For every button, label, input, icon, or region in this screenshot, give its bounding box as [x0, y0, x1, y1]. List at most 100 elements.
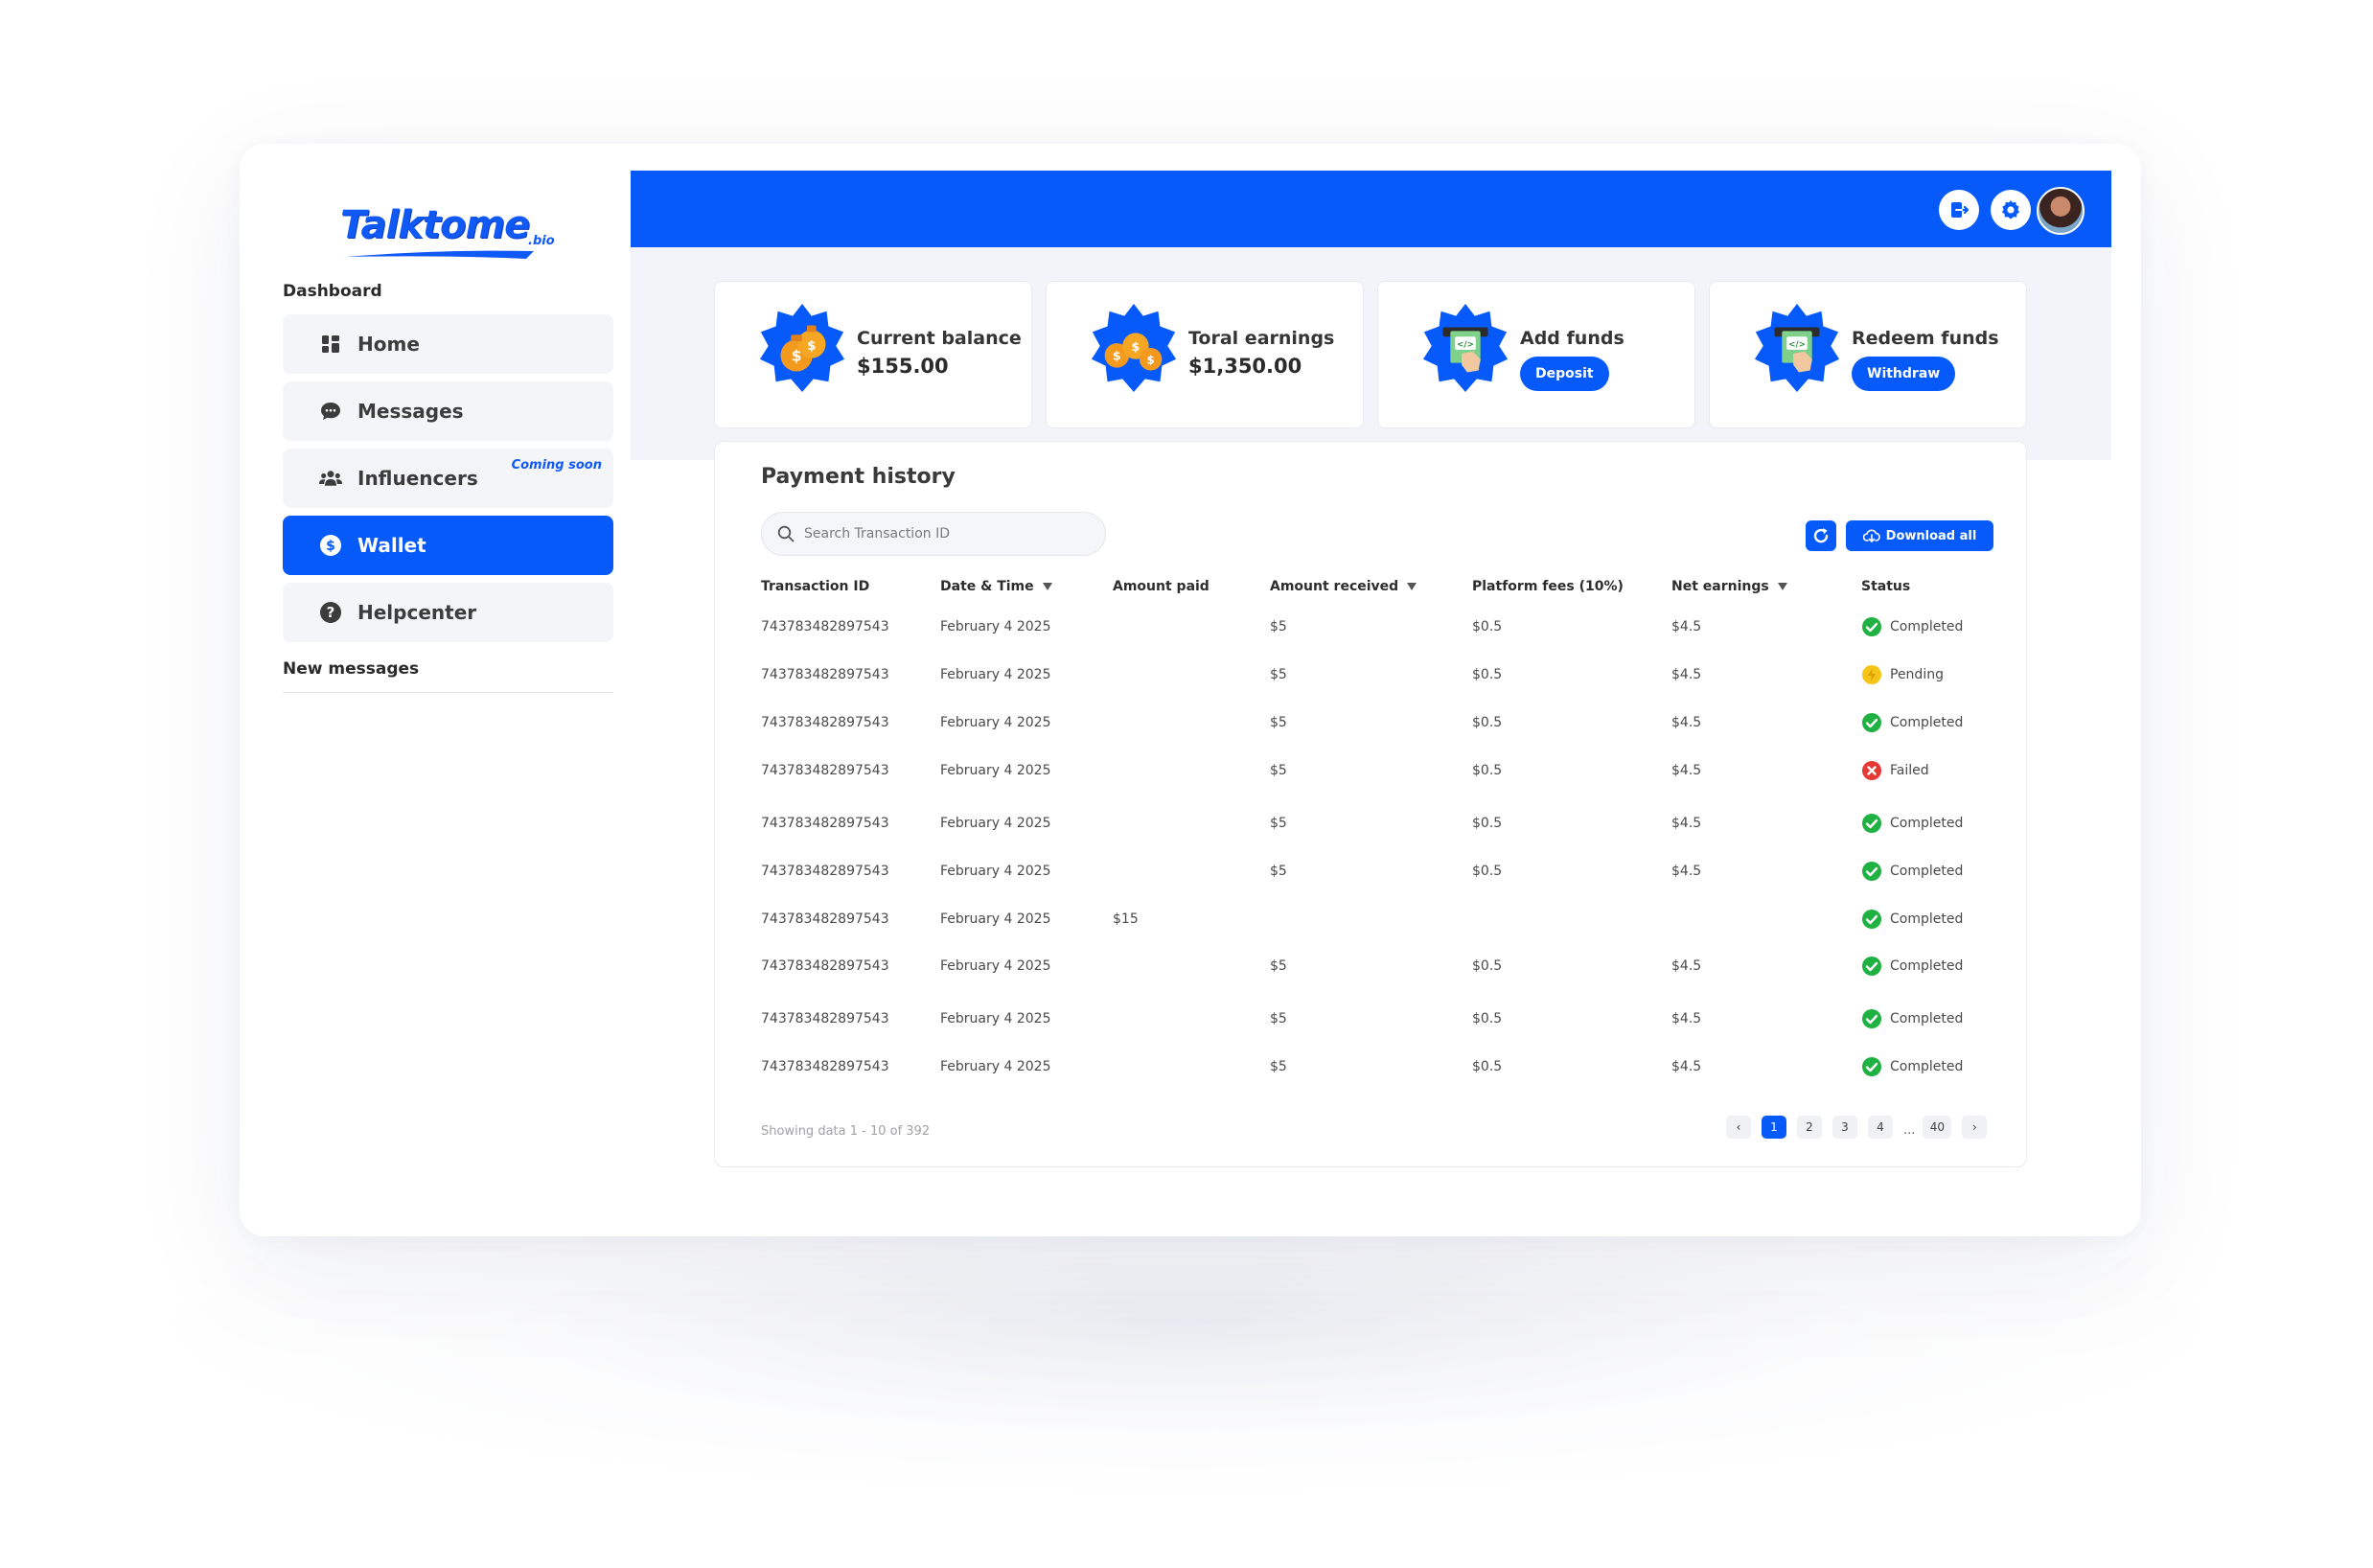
card-title: Current balance [857, 328, 1022, 349]
column-header-platform-fees[interactable]: Platform fees (10%) [1472, 579, 1624, 594]
cell-received: $5 [1270, 864, 1287, 879]
table-row[interactable]: 743783482897543 February 4 2025 $15 Complet… [761, 905, 2007, 934]
pagination: ‹ 1 2 3 4 ... 40 › [1726, 1116, 1997, 1139]
search-box[interactable] [761, 512, 1106, 556]
cell-fees: $0.5 [1472, 816, 1503, 831]
page-4-button[interactable]: 4 [1868, 1116, 1893, 1139]
atm-cash-icon: </> [1422, 303, 1509, 393]
status-badge: Completed [1861, 857, 1963, 886]
page-40-button[interactable]: 40 [1923, 1116, 1952, 1139]
check-circle-icon [1862, 957, 1881, 976]
chat-bubble-icon [319, 400, 342, 423]
column-header-amount-paid[interactable]: Amount paid [1113, 579, 1210, 594]
sidebar-item-home[interactable]: Home [283, 314, 613, 374]
cell-id: 743783482897543 [761, 619, 889, 634]
svg-text:$: $ [1113, 350, 1121, 364]
svg-text:$: $ [1147, 354, 1155, 367]
prev-page-button[interactable]: ‹ [1726, 1116, 1751, 1139]
status-badge: Failed [1861, 756, 1929, 785]
svg-text:</>: </> [1788, 340, 1806, 350]
status-badge: Pending [1861, 660, 1944, 689]
cell-id: 743783482897543 [761, 1011, 889, 1026]
download-all-button[interactable]: Download all [1846, 520, 1993, 551]
cell-fees: $0.5 [1472, 864, 1503, 879]
money-bags-icon: $ $ $ [1091, 303, 1177, 393]
status-label: Completed [1890, 864, 1964, 879]
column-header-net-earnings[interactable]: Net earnings [1671, 579, 1788, 594]
cell-date: February 4 2025 [940, 619, 1051, 634]
balance-value: $155.00 [857, 355, 949, 378]
cell-date: February 4 2025 [940, 667, 1051, 682]
check-circle-icon [1862, 814, 1881, 833]
page-2-button[interactable]: 2 [1797, 1116, 1822, 1139]
redeem-funds-card: </> Redeem funds Withdraw [1709, 281, 2027, 428]
brand-suffix: .bio [528, 234, 555, 248]
page-3-button[interactable]: 3 [1832, 1116, 1857, 1139]
card-title: Redeem funds [1852, 328, 1999, 349]
add-funds-card: </> Add funds Deposit [1377, 281, 1695, 428]
svg-text:$: $ [1132, 340, 1140, 355]
cell-net: $4.5 [1671, 619, 1702, 634]
cell-net: $4.5 [1671, 763, 1702, 778]
earnings-value: $1,350.00 [1188, 355, 1302, 378]
cell-received: $5 [1270, 1011, 1287, 1026]
table-row[interactable]: 743783482897543 February 4 2025 $5 $0.5 $4.5… [761, 1052, 2007, 1081]
column-header-status[interactable]: Status [1861, 579, 1910, 594]
sidebar-item-messages[interactable]: Messages [283, 381, 613, 441]
table-row[interactable]: 743783482897543 February 4 2025 $5 $0.5 $4.5… [761, 857, 2007, 886]
top-bar [631, 171, 2111, 247]
sidebar-item-helpcenter[interactable]: ? Helpcenter [283, 583, 613, 642]
users-icon [319, 467, 342, 490]
withdraw-button[interactable]: Withdraw [1852, 357, 1956, 391]
cell-paid: $15 [1113, 911, 1139, 927]
card-title: Add funds [1520, 328, 1624, 349]
cell-id: 743783482897543 [761, 958, 889, 974]
table-row[interactable]: 743783482897543 February 4 2025 $5 $0.5 $4.5… [761, 809, 2007, 838]
cell-id: 743783482897543 [761, 864, 889, 879]
cell-net: $4.5 [1671, 816, 1702, 831]
status-label: Completed [1890, 958, 1964, 974]
status-label: Completed [1890, 1011, 1964, 1026]
page-1-button[interactable]: 1 [1762, 1116, 1786, 1139]
refresh-icon [1813, 528, 1829, 543]
x-circle-icon [1862, 761, 1881, 780]
user-avatar[interactable] [2037, 187, 2085, 235]
brand-name: Talktome [340, 203, 530, 247]
refresh-button[interactable] [1806, 520, 1836, 551]
check-circle-icon [1862, 1057, 1881, 1076]
search-icon [777, 525, 795, 542]
atm-cash-icon: </> [1754, 303, 1840, 393]
coming-soon-badge: Coming soon [511, 458, 602, 473]
logout-button[interactable] [1939, 190, 1979, 230]
sidebar-item-influencers[interactable]: Influencers Coming soon [283, 449, 613, 508]
cell-received: $5 [1270, 619, 1287, 634]
grid-icon [319, 333, 342, 356]
cell-date: February 4 2025 [940, 1011, 1051, 1026]
settings-button[interactable] [1991, 190, 2031, 230]
svg-text:$: $ [326, 539, 335, 554]
new-messages-label: New messages [283, 659, 420, 679]
table-row[interactable]: 743783482897543 February 4 2025 $5 $0.5 $4.5… [761, 612, 2007, 641]
sidebar-item-wallet[interactable]: $ Wallet [283, 516, 613, 575]
cell-received: $5 [1270, 1059, 1287, 1074]
column-header-date-time[interactable]: Date & Time [940, 579, 1053, 594]
deposit-button[interactable]: Deposit [1520, 357, 1609, 391]
status-badge: Completed [1861, 612, 1963, 641]
logo-swoosh-icon [346, 250, 534, 259]
column-header-amount-received[interactable]: Amount received [1270, 579, 1417, 594]
table-row[interactable]: 743783482897543 February 4 2025 $5 $0.5 $4.5… [761, 708, 2007, 737]
cell-date: February 4 2025 [940, 816, 1051, 831]
column-header-transaction-id[interactable]: Transaction ID [761, 579, 869, 594]
status-badge: Completed [1861, 809, 1963, 838]
table-row[interactable]: 743783482897543 February 4 2025 $5 $0.5 $4.5… [761, 660, 2007, 689]
logout-icon [1951, 202, 1970, 218]
cell-received: $5 [1270, 667, 1287, 682]
next-page-button[interactable]: › [1962, 1116, 1988, 1139]
download-all-label: Download all [1885, 528, 1977, 543]
search-input[interactable] [804, 526, 1092, 542]
table-row[interactable]: 743783482897543 February 4 2025 $5 $0.5 $4.5… [761, 756, 2007, 785]
cell-net: $4.5 [1671, 958, 1702, 974]
brand-logo[interactable]: Talktome .bio [340, 203, 561, 263]
table-row[interactable]: 743783482897543 February 4 2025 $5 $0.5 $4.5… [761, 1004, 2007, 1033]
table-row[interactable]: 743783482897543 February 4 2025 $5 $0.5 $4.5… [761, 952, 2007, 980]
